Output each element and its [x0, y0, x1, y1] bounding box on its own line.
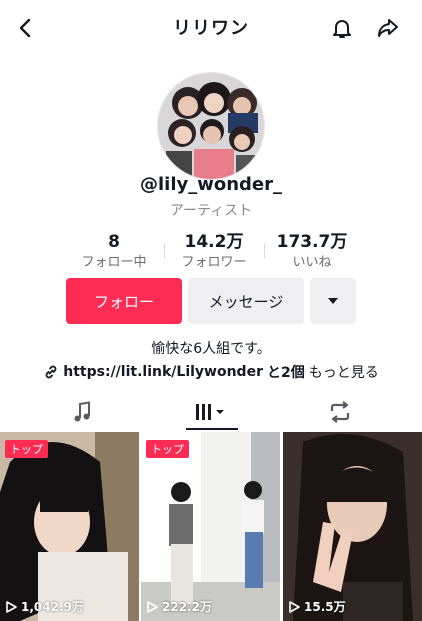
tab-music[interactable]	[12, 394, 152, 430]
grid-bars-icon	[196, 404, 224, 420]
video-grid: トップ 1,042.9万 トップ 222.2万 15.5万	[0, 432, 422, 621]
content-tabs	[0, 394, 422, 432]
following-count: 8	[108, 232, 120, 252]
followers-label: フォロワー	[181, 255, 247, 270]
tab-reposts[interactable]	[270, 394, 410, 430]
view-count: 15.5万	[289, 598, 346, 615]
bio-link-row: https://lit.link/Lilywonder と2個 もっと見る	[0, 362, 422, 382]
message-button[interactable]: メッセージ	[188, 278, 304, 324]
suggested-accounts-button[interactable]	[310, 278, 356, 324]
bio-link-count[interactable]: と2個	[267, 362, 305, 382]
stat-divider	[264, 244, 265, 258]
notification-bell-button[interactable]	[326, 12, 358, 44]
video-thumbnail[interactable]: トップ 222.2万	[141, 432, 280, 621]
bell-icon	[333, 20, 351, 38]
profile-handle: @lily_wonder_	[139, 174, 283, 195]
video-thumbnail[interactable]: トップ 1,042.9万	[0, 432, 139, 621]
share-button[interactable]	[372, 12, 404, 44]
followers-stat[interactable]: 14.2万 フォロワー	[166, 232, 262, 272]
view-count-text: 1,042.9万	[21, 600, 84, 614]
video-thumbnail-image	[0, 432, 139, 621]
bio-link[interactable]: https://lit.link/Lilywonder	[63, 364, 263, 380]
view-count: 1,042.9万	[6, 598, 84, 615]
following-label: フォロー中	[81, 255, 147, 270]
top-bar: リリワン	[0, 0, 422, 56]
profile-bio: 愉快な6人組です。	[151, 341, 271, 357]
play-icon	[6, 600, 17, 613]
music-note-icon	[74, 401, 90, 422]
see-more-link[interactable]: もっと見る	[309, 362, 379, 382]
profile-stats: 8 フォロー中 14.2万 フォロワー 173.7万 いいね	[64, 232, 358, 272]
likes-stat[interactable]: 173.7万 いいね	[266, 232, 358, 272]
caret-down-icon	[328, 298, 338, 304]
video-thumbnail-image	[283, 432, 422, 621]
followers-count: 14.2万	[184, 232, 244, 252]
repost-icon	[330, 401, 350, 423]
avatar[interactable]	[157, 72, 265, 180]
follow-button[interactable]: フォロー	[66, 278, 182, 324]
play-icon	[147, 600, 158, 613]
link-icon	[45, 365, 57, 379]
view-count: 222.2万	[147, 598, 212, 615]
profile-category: アーティスト	[169, 203, 253, 219]
view-count-text: 222.2万	[162, 600, 212, 614]
tab-videos[interactable]	[141, 394, 281, 430]
video-thumbnail-image	[141, 432, 280, 621]
view-count-text: 15.5万	[304, 600, 346, 614]
top-badge: トップ	[5, 440, 48, 458]
likes-label: いいね	[292, 255, 332, 270]
group-photo-avatar	[158, 73, 264, 179]
stat-divider	[164, 244, 165, 258]
selected-tab-indicator	[186, 428, 238, 430]
following-stat[interactable]: 8 フォロー中	[68, 232, 160, 272]
play-icon	[289, 600, 300, 613]
share-arrow-icon	[378, 19, 398, 37]
page-title: リリワン	[173, 18, 249, 39]
top-badge: トップ	[146, 440, 189, 458]
video-thumbnail[interactable]: 15.5万	[283, 432, 422, 621]
likes-count: 173.7万	[276, 232, 348, 252]
